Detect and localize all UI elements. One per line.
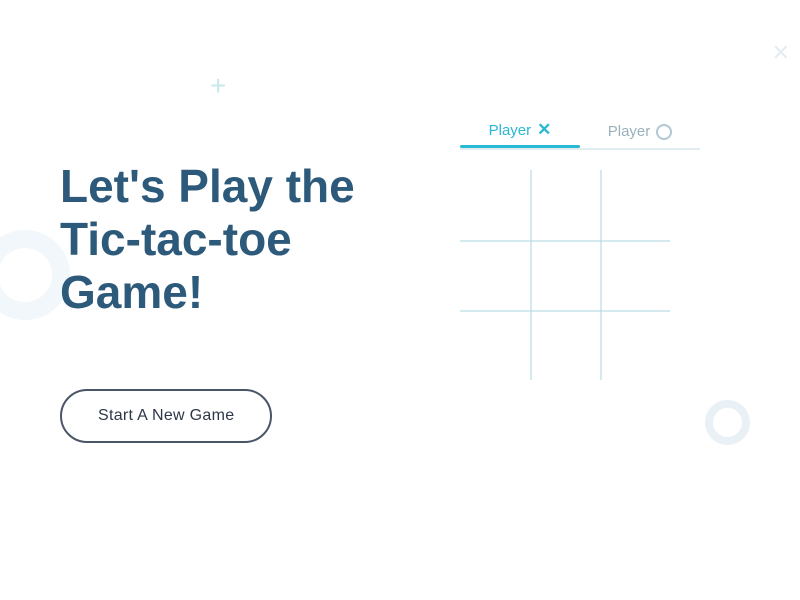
decoration-plus: +	[210, 70, 226, 102]
cell-2-1[interactable]	[530, 310, 600, 380]
x-symbol: ✕	[537, 120, 551, 140]
tab-divider	[460, 148, 700, 150]
title-line2: Tic-tac-toe	[60, 213, 292, 265]
cell-1-2[interactable]	[600, 240, 670, 310]
tab-player-o[interactable]: Player	[580, 123, 700, 148]
o-symbol	[656, 124, 672, 140]
cell-0-0[interactable]	[460, 170, 530, 240]
cell-2-2[interactable]	[600, 310, 670, 380]
decoration-x-top-right: ✕	[772, 40, 790, 66]
cell-1-1[interactable]	[530, 240, 600, 310]
cell-2-0[interactable]	[460, 310, 530, 380]
cell-0-2[interactable]	[600, 170, 670, 240]
right-panel: Player ✕ Player	[460, 120, 700, 380]
start-new-game-button[interactable]: Start A New Game	[60, 389, 272, 443]
tab-player-x[interactable]: Player ✕	[460, 120, 580, 148]
cell-1-0[interactable]	[460, 240, 530, 310]
left-panel: Let's Play the Tic-tac-toe Game! Start A…	[60, 160, 355, 443]
title-line3: Game!	[60, 266, 203, 318]
game-title: Let's Play the Tic-tac-toe Game!	[60, 160, 355, 319]
title-line1: Let's Play the	[60, 160, 355, 212]
player-x-label: Player	[489, 122, 532, 139]
decoration-circle-right	[705, 400, 750, 445]
game-board	[460, 170, 670, 380]
cell-0-1[interactable]	[530, 170, 600, 240]
ttt-grid	[460, 170, 670, 380]
player-tabs: Player ✕ Player	[460, 120, 700, 148]
player-o-label: Player	[608, 123, 651, 140]
